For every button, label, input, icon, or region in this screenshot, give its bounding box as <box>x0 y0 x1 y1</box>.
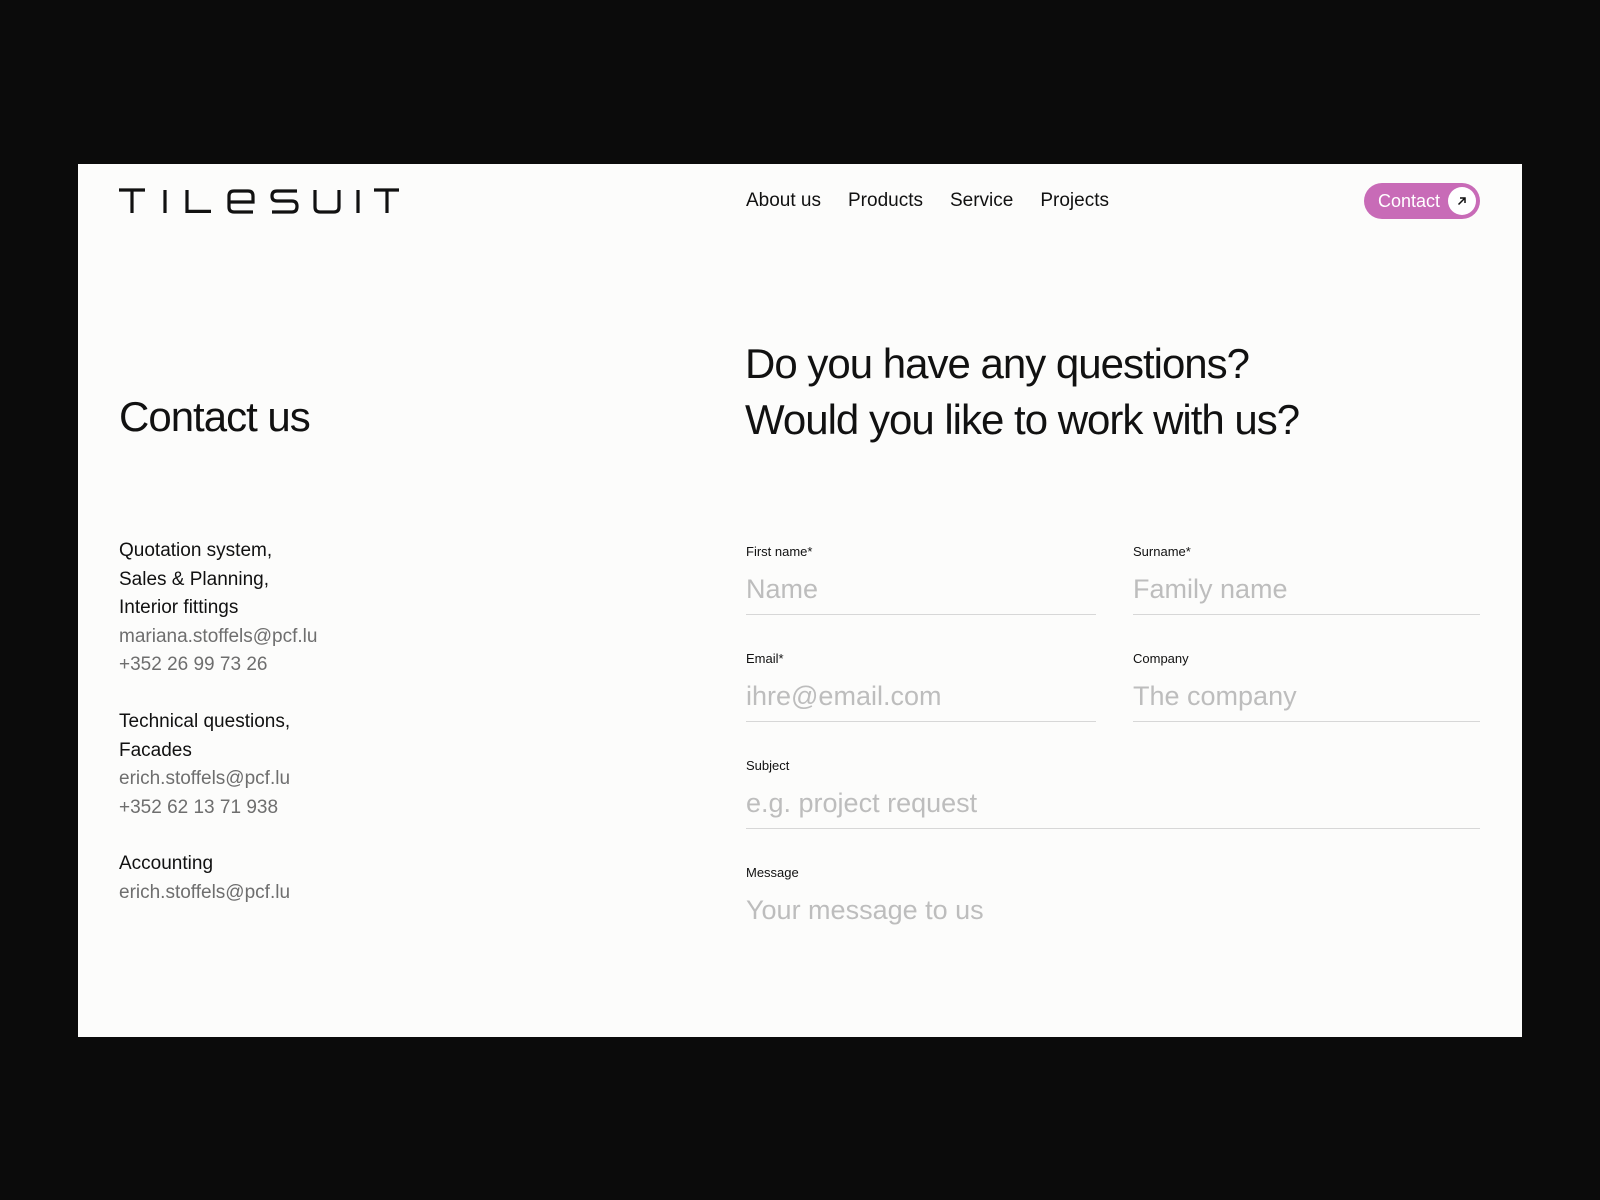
contact-email-link[interactable]: erich.stoffels@pcf.lu <box>119 879 519 908</box>
nav-about-us[interactable]: About us <box>746 190 821 212</box>
logo-wordmark <box>119 188 399 214</box>
email-label: Email* <box>746 651 784 666</box>
message-textarea[interactable] <box>746 895 1480 975</box>
company-field-group: Company <box>1133 651 1480 722</box>
contact-email-link[interactable]: erich.stoffels@pcf.lu <box>119 765 519 794</box>
first-name-field-group: First name* <box>746 544 1096 615</box>
contact-group-quotation: Quotation system, Sales & Planning, Inte… <box>119 537 519 680</box>
page: About us Products Service Projects Conta… <box>78 164 1522 1037</box>
company-label: Company <box>1133 651 1189 666</box>
contact-button-label: Contact <box>1378 190 1441 211</box>
logo[interactable] <box>119 188 399 218</box>
surname-input[interactable] <box>1133 572 1480 615</box>
first-name-input[interactable] <box>746 572 1096 615</box>
first-name-label: First name* <box>746 544 813 559</box>
contact-button[interactable]: Contact <box>1364 183 1480 219</box>
form-headline-line: Do you have any questions? <box>745 340 1250 387</box>
form-headline-line: Would you like to work with us? <box>745 396 1300 443</box>
nav-products[interactable]: Products <box>848 190 923 212</box>
nav-projects[interactable]: Projects <box>1040 190 1109 212</box>
contact-group-heading: Facades <box>119 739 192 761</box>
contact-group-accounting: Accounting erich.stoffels@pcf.lu <box>119 850 519 907</box>
contact-group-heading: Quotation system, <box>119 540 273 561</box>
email-input[interactable] <box>746 679 1096 722</box>
arrow-up-right-icon <box>1448 187 1476 215</box>
contact-email-link[interactable]: mariana.stoffels@pcf.lu <box>119 623 519 652</box>
surname-field-group: Surname* <box>1133 544 1480 615</box>
contact-group-heading: Technical questions, <box>119 710 291 732</box>
contact-group-heading: Interior fittings <box>119 597 239 619</box>
page-title: Contact us <box>119 393 311 440</box>
surname-label: Surname* <box>1133 544 1191 559</box>
contact-phone-link[interactable]: +352 62 13 71 938 <box>119 794 519 823</box>
message-field-group: Message <box>746 865 1480 975</box>
contact-list: Quotation system, Sales & Planning, Inte… <box>119 537 519 936</box>
subject-input[interactable] <box>746 786 1480 829</box>
nav-service[interactable]: Service <box>950 190 1013 212</box>
contact-group-heading: Accounting <box>119 853 214 875</box>
contact-phone-link[interactable]: +352 26 99 73 26 <box>119 651 519 680</box>
contact-group-technical: Technical questions, Facades erich.stoff… <box>119 708 519 822</box>
subject-label: Subject <box>746 758 790 773</box>
subject-field-group: Subject <box>746 758 1480 829</box>
form-headline: Do you have any questions? Would you lik… <box>745 336 1300 448</box>
message-label: Message <box>746 865 799 880</box>
main-nav: About us Products Service Projects <box>746 186 1109 216</box>
contact-group-heading: Sales & Planning, <box>119 568 269 590</box>
email-field-group: Email* <box>746 651 1096 722</box>
company-input[interactable] <box>1133 679 1480 722</box>
